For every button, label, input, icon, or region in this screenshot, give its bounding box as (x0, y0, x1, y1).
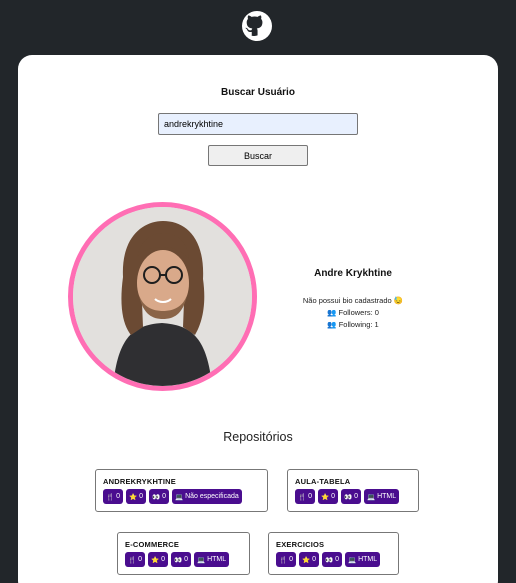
forks-count: 0 (138, 556, 142, 563)
forks-badge: 🍴 0 (276, 552, 296, 567)
stars-count: 0 (331, 493, 335, 500)
repo-name: E-COMMERCE (125, 540, 180, 549)
laptop-icon: 💻 (367, 493, 376, 501)
stars-count: 0 (312, 556, 316, 563)
repo-badges: 🍴 0 ⭐ 0 👀 0 💻 HTML (295, 489, 412, 504)
star-icon: ⭐ (321, 493, 330, 501)
forks-count: 0 (116, 493, 120, 500)
forks-count: 0 (308, 493, 312, 500)
forks-badge: 🍴 0 (295, 489, 315, 504)
fork-icon: 🍴 (279, 556, 288, 564)
repo-badges: 🍴 0 ⭐ 0 👀 0 💻 HTML (276, 552, 392, 567)
laptop-icon: 💻 (175, 493, 184, 501)
watchers-count: 0 (354, 493, 358, 500)
language-label: Não especificada (185, 493, 239, 500)
language-badge: 💻 HTML (345, 552, 381, 567)
repo-name: ANDREKRYKHTINE (103, 477, 176, 486)
repo-badges: 🍴 0 ⭐ 0 👀 0 💻 Não especificada (103, 489, 261, 504)
repo-card[interactable]: E-COMMERCE 🍴 0 ⭐ 0 👀 0 💻 HTML (117, 532, 250, 575)
language-label: HTML (207, 556, 227, 563)
watchers-count: 0 (335, 556, 339, 563)
watchers-badge: 👀 0 (322, 552, 342, 567)
search-title: Buscar Usuário (221, 87, 295, 98)
top-bar (0, 0, 516, 55)
forks-count: 0 (289, 556, 293, 563)
language-badge: 💻 HTML (364, 489, 400, 504)
stars-badge: ⭐ 0 (299, 552, 319, 567)
profile-info: Andre Krykhtine Não possui bio cadastrad… (268, 268, 438, 331)
watchers-count: 0 (184, 556, 188, 563)
language-label: HTML (377, 493, 397, 500)
repo-name: EXERCICIOS (276, 540, 325, 549)
stars-count: 0 (161, 556, 165, 563)
star-icon: ⭐ (302, 556, 311, 564)
search-button[interactable]: Buscar (208, 145, 308, 166)
stars-badge: ⭐ 0 (148, 552, 168, 567)
avatar (68, 202, 257, 391)
profile-following: 👥 Following: 1 (327, 320, 379, 329)
watchers-badge: 👀 0 (149, 489, 169, 504)
repo-name: AULA-TABELA (295, 477, 351, 486)
eyes-icon: 👀 (325, 556, 334, 564)
profile-followers: 👥 Followers: 0 (327, 308, 379, 317)
fork-icon: 🍴 (298, 493, 307, 501)
stars-count: 0 (139, 493, 143, 500)
profile-bio: Não possui bio cadastrado 😓 (302, 296, 404, 305)
watchers-count: 0 (162, 493, 166, 500)
watchers-badge: 👀 0 (341, 489, 361, 504)
watchers-badge: 👀 0 (171, 552, 191, 567)
star-icon: ⭐ (129, 493, 138, 501)
language-badge: 💻 HTML (194, 552, 230, 567)
language-label: HTML (358, 556, 378, 563)
laptop-icon: 💻 (197, 556, 206, 564)
eyes-icon: 👀 (174, 556, 183, 564)
repo-card[interactable]: AULA-TABELA 🍴 0 ⭐ 0 👀 0 💻 HTML (287, 469, 419, 512)
main-card: Buscar Usuário Buscar Andre Krykhtine Nã… (18, 55, 498, 583)
fork-icon: 🍴 (106, 493, 115, 501)
laptop-icon: 💻 (348, 556, 357, 564)
avatar-photo (73, 207, 252, 386)
eyes-icon: 👀 (344, 493, 353, 501)
forks-badge: 🍴 0 (103, 489, 123, 504)
repositories-title: Repositórios (223, 430, 293, 444)
github-icon[interactable] (242, 11, 272, 41)
repo-card[interactable]: EXERCICIOS 🍴 0 ⭐ 0 👀 0 💻 HTML (268, 532, 399, 575)
star-icon: ⭐ (151, 556, 160, 564)
stars-badge: ⭐ 0 (126, 489, 146, 504)
forks-badge: 🍴 0 (125, 552, 145, 567)
repo-card[interactable]: ANDREKRYKHTINE 🍴 0 ⭐ 0 👀 0 💻 Não especificad… (95, 469, 268, 512)
language-badge: 💻 Não especificada (172, 489, 242, 504)
stars-badge: ⭐ 0 (318, 489, 338, 504)
eyes-icon: 👀 (152, 493, 161, 501)
search-input[interactable] (158, 113, 358, 135)
repo-badges: 🍴 0 ⭐ 0 👀 0 💻 HTML (125, 552, 243, 567)
profile-name: Andre Krykhtine (314, 268, 392, 279)
fork-icon: 🍴 (128, 556, 137, 564)
